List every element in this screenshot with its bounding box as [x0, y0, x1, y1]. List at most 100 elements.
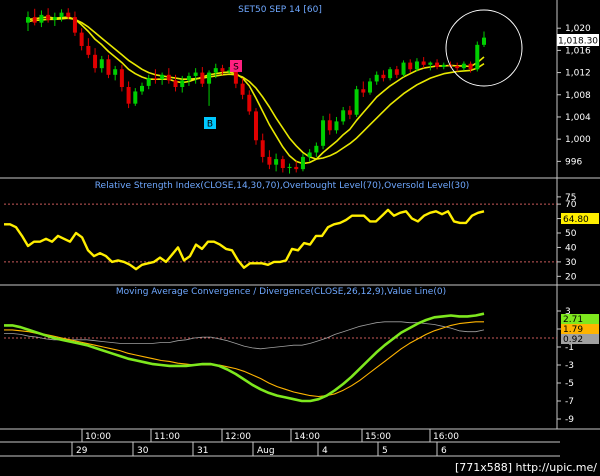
time-axis-label: 11:00	[154, 432, 180, 442]
signal-last-label: 1.79	[563, 325, 583, 335]
macd-last-markers: 2.71 1.79 0.92	[561, 314, 599, 345]
day-axis-label: 29	[76, 446, 88, 456]
candle-body	[79, 32, 84, 46]
time-axis-label: 16:00	[433, 432, 459, 442]
rsi-last-marker: 64.80	[561, 213, 599, 225]
candle-body	[166, 74, 171, 81]
last-price-marker: 1,018.30	[557, 34, 599, 47]
price-tick-label: 1,000	[565, 135, 591, 145]
candle-body	[394, 69, 399, 75]
day-axis-label: 31	[197, 446, 208, 456]
day-axis-label: 5	[382, 446, 388, 456]
trade-signal-b: B	[204, 117, 216, 130]
candle-body	[140, 85, 144, 92]
price-tick-label: 1,016	[565, 46, 591, 56]
time-axis-label: 12:00	[225, 432, 251, 442]
candle-body	[113, 69, 118, 75]
candle-body	[300, 156, 305, 170]
day-axis-label: Aug	[257, 446, 275, 456]
candle-body	[455, 65, 460, 69]
candle-body	[72, 17, 77, 33]
candle-body	[334, 121, 339, 131]
rsi-tick-label: 50	[565, 229, 577, 239]
candle-body	[435, 62, 440, 68]
candle-body	[119, 69, 124, 88]
candle-body	[294, 166, 299, 170]
rsi-tick-label: 30	[565, 258, 577, 268]
last-price-label: 1,018.30	[558, 37, 598, 47]
candle	[321, 115, 326, 150]
watermark-text: [771x588] http://upic.me/	[455, 461, 597, 474]
day-axis-label: 4	[322, 446, 328, 456]
price-tick-label: 1,012	[565, 69, 591, 79]
candle-body	[421, 61, 426, 65]
candle-body	[408, 62, 413, 70]
candle-body	[32, 17, 37, 23]
candle-body	[207, 72, 212, 84]
candle-body	[274, 159, 279, 165]
candle	[254, 108, 258, 145]
price-tick-label: 1,004	[565, 113, 591, 123]
time-axis-label: 10:00	[85, 432, 111, 442]
macd-last-label: 2.71	[563, 315, 583, 325]
rsi-tick-label: 20	[565, 272, 577, 282]
candle-body	[321, 120, 326, 146]
candle-body	[173, 80, 178, 88]
candle-body	[441, 64, 446, 68]
candle-body	[361, 89, 366, 93]
candle-body	[106, 59, 111, 75]
candle-body	[475, 44, 480, 70]
candle-body	[401, 62, 406, 75]
candle-body	[482, 37, 486, 45]
candle-body	[46, 14, 51, 20]
candle-body	[307, 152, 312, 157]
signal-label: B	[207, 120, 213, 130]
macd-tick-label: -3	[565, 361, 574, 371]
macd-chart-title: Moving Average Convergence / Divergence(…	[116, 287, 446, 297]
candle-body	[280, 159, 285, 169]
candle-body	[213, 68, 218, 73]
histogram-last-label: 0.92	[563, 335, 583, 345]
candle-body	[186, 75, 191, 81]
candle-body	[93, 54, 98, 69]
candle-body	[59, 12, 64, 18]
candle	[354, 85, 359, 117]
candle-body	[287, 166, 292, 169]
candle-body	[220, 68, 225, 72]
candle-body	[314, 145, 319, 153]
day-axis-label: 30	[137, 446, 149, 456]
price-chart-title: SET50 SEP 14 [60]	[238, 5, 322, 15]
candle-body	[468, 63, 473, 70]
price-tick-label: 1,008	[565, 91, 591, 101]
candle-body	[354, 89, 359, 115]
time-axis-label: 15:00	[365, 432, 391, 442]
candle-body	[414, 61, 419, 70]
candle-body	[126, 87, 131, 104]
day-axis-label: 6	[441, 446, 447, 456]
rsi-chart-title: Relative Strength Index(CLOSE,14,30,70),…	[95, 181, 470, 191]
price-tick-label: 996	[565, 157, 582, 167]
price-tick-label: 1,020	[565, 24, 591, 34]
signal-label: S	[233, 63, 239, 73]
candle-body	[347, 110, 352, 115]
candle-body	[388, 69, 393, 79]
candle-body	[146, 78, 151, 86]
rsi-tick-label: 40	[565, 243, 577, 253]
candle-body	[461, 63, 466, 69]
candle-body	[428, 62, 433, 65]
candle-body	[341, 110, 346, 122]
macd-tick-label: -5	[565, 379, 574, 389]
candle-body	[247, 94, 252, 112]
rsi-last-label: 64.80	[563, 215, 589, 225]
candle-body	[374, 74, 379, 82]
candle-body	[153, 78, 158, 80]
candle-body	[327, 120, 332, 131]
candle-body	[260, 140, 265, 157]
candle-body	[267, 156, 272, 165]
candle-body	[180, 80, 185, 88]
candle-body	[52, 17, 57, 20]
candle-body	[66, 12, 71, 18]
candle-body	[133, 91, 138, 104]
candle	[475, 41, 480, 72]
candle-body	[193, 72, 198, 76]
